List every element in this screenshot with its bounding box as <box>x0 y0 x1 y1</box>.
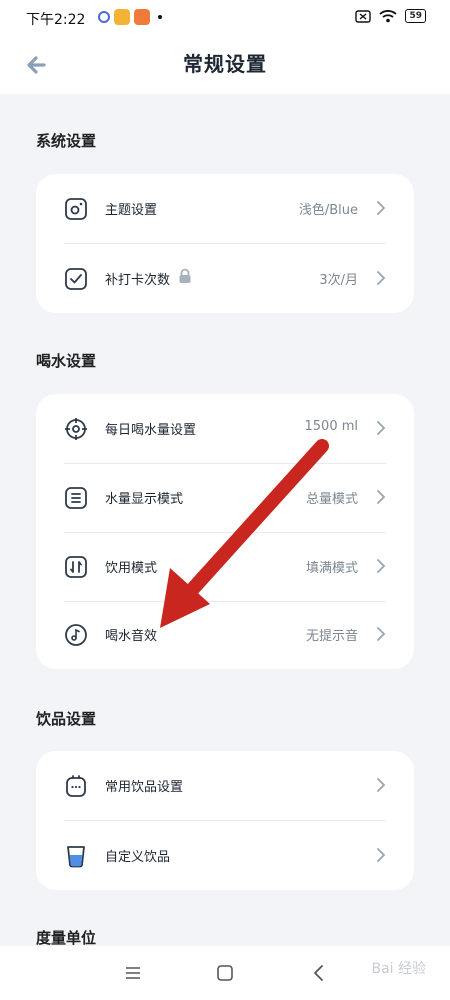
system-nav-bar: Bai 经验 <box>0 946 450 1000</box>
section-title-units: 度量单位 <box>36 929 97 947</box>
no-sim-icon <box>355 9 372 23</box>
water-settings-card: 每日喝水量设置 1500 ml 水量显示模式 总量模式 饮用模式 填满模式 喝水… <box>36 394 414 669</box>
nav-back-button[interactable] <box>308 962 330 984</box>
theme-settings-row[interactable]: 主题设置 浅色/Blue <box>36 174 414 243</box>
status-bar: 下午2:22 59 <box>0 0 450 36</box>
home-icon <box>217 965 233 981</box>
more-notifications-dot <box>158 15 162 19</box>
target-icon <box>65 418 87 440</box>
app-notification-icon <box>114 9 130 25</box>
drink-mode-label: 饮用模式 <box>105 561 158 576</box>
daily-water-label: 每日喝水量设置 <box>105 423 197 438</box>
checkbox-icon <box>65 268 87 290</box>
menu-button[interactable] <box>122 962 144 984</box>
daily-water-row[interactable]: 每日喝水量设置 1500 ml <box>36 394 414 463</box>
common-drinks-row[interactable]: 常用饮品设置 <box>36 751 414 820</box>
theme-settings-label: 主题设置 <box>105 203 158 218</box>
display-mode-value: 总量模式 <box>305 492 358 507</box>
makeup-checkin-label: 补打卡次数 <box>105 273 171 288</box>
cup-icon <box>67 846 85 868</box>
swap-icon <box>65 556 87 578</box>
section-title-drinks: 饮品设置 <box>36 710 97 728</box>
notification-icon <box>96 9 112 25</box>
chevron-right-icon <box>377 559 386 573</box>
nav-back-icon <box>314 965 323 981</box>
chevron-right-icon <box>377 271 386 285</box>
page-title: 常规设置 <box>183 52 267 76</box>
menu-icon <box>126 967 140 979</box>
drink-box-icon <box>66 775 86 797</box>
drink-mode-row[interactable]: 饮用模式 填满模式 <box>36 532 414 601</box>
lock-icon <box>179 268 191 283</box>
chevron-right-icon <box>377 421 386 435</box>
palette-icon <box>65 198 87 220</box>
chevron-right-icon <box>377 848 386 862</box>
app-notification-icon-2 <box>134 9 150 25</box>
drinks-settings-card: 常用饮品设置 自定义饮品 <box>36 751 414 890</box>
wifi-icon <box>379 10 398 23</box>
battery-icon: 59 <box>405 9 426 23</box>
common-drinks-label: 常用饮品设置 <box>105 780 184 795</box>
display-mode-row[interactable]: 水量显示模式 总量模式 <box>36 463 414 532</box>
chevron-right-icon <box>377 490 386 504</box>
chevron-right-icon <box>377 778 386 792</box>
makeup-checkin-row[interactable]: 补打卡次数 3次/月 <box>36 244 414 313</box>
custom-drinks-label: 自定义饮品 <box>105 850 171 865</box>
water-sound-row[interactable]: 喝水音效 无提示音 <box>36 600 414 669</box>
chevron-right-icon <box>377 627 386 641</box>
drink-mode-value: 填满模式 <box>305 561 358 576</box>
list-icon <box>65 487 87 509</box>
status-right: 59 <box>355 9 426 23</box>
theme-settings-value: 浅色/Blue <box>298 203 358 218</box>
chevron-right-icon <box>377 201 386 215</box>
status-time: 下午2:22 <box>26 12 86 28</box>
home-button[interactable] <box>214 962 236 984</box>
section-title-water: 喝水设置 <box>36 352 97 370</box>
makeup-checkin-value: 3次/月 <box>319 273 358 288</box>
watermark: Bai 经验 <box>371 961 426 977</box>
water-sound-label: 喝水音效 <box>105 629 158 644</box>
music-icon <box>65 624 87 646</box>
section-title-system: 系统设置 <box>36 132 97 150</box>
app-header: 常规设置 <box>0 36 450 94</box>
daily-water-value: 1500 ml <box>304 419 359 434</box>
display-mode-label: 水量显示模式 <box>105 492 184 507</box>
water-sound-value: 无提示音 <box>305 629 358 644</box>
custom-drinks-row[interactable]: 自定义饮品 <box>36 821 414 890</box>
system-settings-card: 主题设置 浅色/Blue 补打卡次数 3次/月 <box>36 174 414 313</box>
